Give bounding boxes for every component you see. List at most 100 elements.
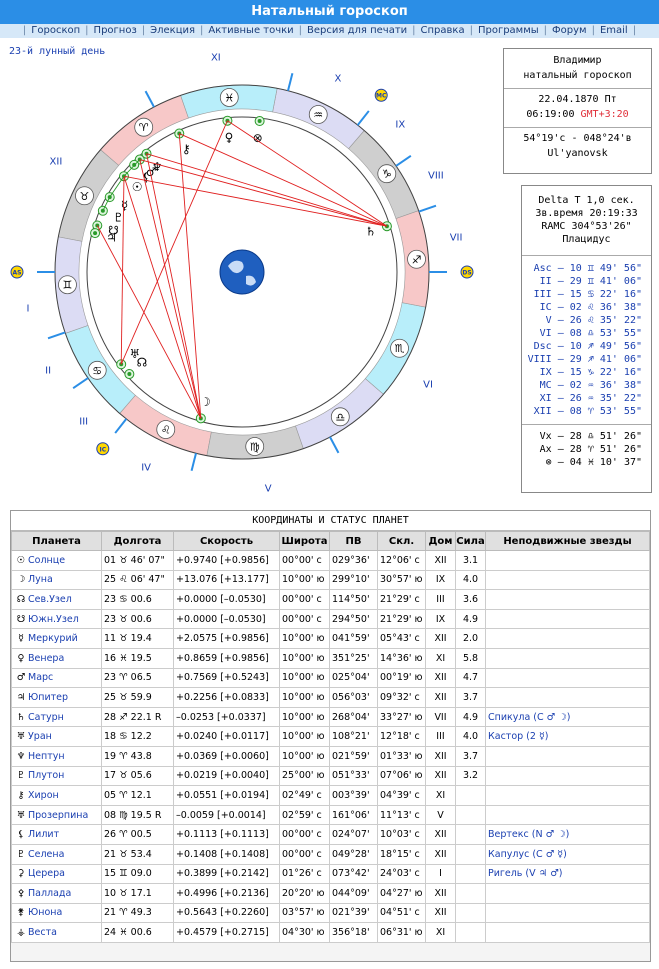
ramc: RAMC 304°53'26" [541,221,632,232]
planet-name-link[interactable]: Селена [28,849,64,860]
point-row: Ax – 28 ♈ 51' 26" [539,444,642,455]
nav-link[interactable]: Форум [552,24,587,38]
fixed-star-cell[interactable]: Спикула (С ♂ ☽) [485,706,650,728]
planet-cell[interactable]: ⚵ Юнона [11,902,102,924]
declination-cell: 04°51' с [377,902,426,924]
power-cell [455,785,486,806]
nav-link[interactable]: Элекция [150,24,195,38]
planet-name-link[interactable]: Паллада [28,888,71,899]
fixed-star-cell [485,628,650,649]
planet-name-link[interactable]: Сев.Узел [28,594,72,605]
planet-cell[interactable]: ⚸ Лилит [11,824,102,845]
house-label: VI [423,380,433,391]
planet-cell[interactable]: ☊ Сев.Узел [11,589,102,610]
nav-separator: | [591,25,595,36]
fixed-star-cell[interactable]: Капулус (С ♂ ☿) [485,843,650,865]
planet-name-link[interactable]: Нептун [28,751,65,762]
fixed-star-cell[interactable]: Кастор (2 ☿) [485,726,650,747]
planet-name-link[interactable]: Церера [28,868,65,879]
longitude-cell: 25 ♉ 59.9 [101,687,174,708]
fixed-star-cell [485,765,650,787]
speed-cell: +0.0000 [–0.0530] [173,608,280,630]
planet-name-link[interactable]: Южн.Узел [28,614,79,625]
table-row: ☉ Солнце 01 ♉ 46' 07" +0.9740 [+0.9856] 00°0… [11,550,650,571]
power-cell: 3.7 [455,745,486,767]
planet-cell[interactable]: ⚳ Церера [11,863,102,885]
planet-name-link[interactable]: Марс [28,672,53,683]
planet-cell[interactable]: ⚷ Хирон [11,785,102,806]
cusp-row: II – 29 ♊ 41' 06" [539,276,642,287]
planet-name-link[interactable]: Юнона [28,907,62,918]
house-cusp-line [356,110,370,126]
table-row: ☊ Сев.Узел 23 ♋ 00.6 +0.0000 [–0.0530] 00°00… [11,589,650,610]
planet-glyph-icon: ♅ [16,731,26,743]
planet-name-link[interactable]: Лилит [28,829,59,840]
fixed-star-cell[interactable]: Вертекс (N ♂ ☽) [485,824,650,845]
declination-cell: 04°39' с [377,785,426,806]
planet-cell[interactable]: ♇ Селена [11,843,102,865]
planet-name-link[interactable]: Луна [28,574,53,585]
planet-name-link[interactable]: Уран [28,731,52,742]
cusp-row: XI – 26 ♒ 35' 22" [539,393,642,404]
declination-cell: 33°27' ю [377,706,426,728]
house-cusps-panel: Delta T 1,0 сек. Зв.время 20:19:33 RAMC … [521,185,652,493]
nav-link[interactable]: Активные точки [208,24,293,38]
planet-cell[interactable]: ⚶ Веста [11,922,102,943]
nav-link[interactable]: Версия для печати [307,24,407,38]
nav-link[interactable]: Гороскоп [31,24,80,38]
nav-link[interactable]: Прогноз [94,24,137,38]
planet-name-link[interactable]: Сатурн [28,712,64,723]
planet-cell[interactable]: ♅ Прозерпина [11,804,102,826]
planet-dot [257,119,262,124]
house-cell: III [425,589,456,610]
fixed-star-cell [485,550,650,571]
planet-cell[interactable]: ☉ Солнце [11,550,102,571]
planet-glyph-icon: ⚴ [17,887,25,899]
nav-link[interactable]: Программы [478,24,539,38]
fixed-star-cell [485,687,650,708]
planet-cell[interactable]: ♀ Венера [11,647,102,669]
planet-glyph-icon: ♇ [16,770,26,782]
planet-cell[interactable]: ♅ Уран [11,726,102,747]
planet-cell[interactable]: ☽ Луна [11,569,102,591]
house-cell: XII [425,628,456,649]
planet-glyph-icon: ♅ [129,347,140,361]
house-label: III [79,416,88,427]
power-cell: 4.0 [455,569,486,591]
planet-name-link[interactable]: Меркурий [28,633,78,644]
asc-label: AS [13,270,22,277]
planet-cell[interactable]: ☿ Меркурий [11,628,102,649]
planet-cell[interactable]: ♄ Сатурн [11,706,102,728]
nav-link[interactable]: Справка [421,24,465,38]
latitude-cell: 00°00' с [279,824,330,845]
planet-name-link[interactable]: Юпитер [28,692,68,703]
planet-cell[interactable]: ♆ Нептун [11,745,102,767]
planet-glyph-icon: ♆ [16,750,26,762]
planet-name-link[interactable]: Венера [28,653,64,664]
planet-name-link[interactable]: Прозерпина [28,810,88,821]
planet-name-link[interactable]: Хирон [28,790,59,801]
ra-cell: 114°50' [329,589,378,610]
latitude-cell: 20°20' ю [279,883,330,904]
planet-cell[interactable]: ♇ Плутон [11,765,102,787]
fixed-star-cell [485,883,650,904]
planet-cell[interactable]: ♃ Юпитер [11,687,102,708]
planet-glyph-icon: ☉ [16,554,26,566]
power-cell: 4.9 [455,608,486,630]
ra-cell: 041°59' [329,628,378,649]
planet-glyph-icon: ♂ [16,672,26,684]
cusp-row: IX – 15 ♑ 22' 16" [539,367,642,378]
planet-name-link[interactable]: Веста [28,927,57,938]
power-cell: 4.9 [455,706,486,728]
planet-cell[interactable]: ☋ Южн.Узел [11,608,102,630]
planet-name-link[interactable]: Солнце [28,555,65,566]
planet-cell[interactable]: ♂ Марс [11,667,102,689]
column-header: Широта [279,531,330,551]
table-title: КООРДИНАТЫ И СТАТУС ПЛАНЕТ [11,511,650,531]
fixed-star-cell[interactable]: Ригель (V ♃ ♂) [485,863,650,885]
point-list: Vx – 28 ♎ 51' 26" Ax – 28 ♈ 51' 26" ⊗ – 04… [522,430,651,469]
ra-cell: 268°04' [329,706,378,728]
nav-link[interactable]: Email [600,24,628,38]
planet-cell[interactable]: ⚴ Паллада [11,883,102,904]
planet-name-link[interactable]: Плутон [28,770,64,781]
